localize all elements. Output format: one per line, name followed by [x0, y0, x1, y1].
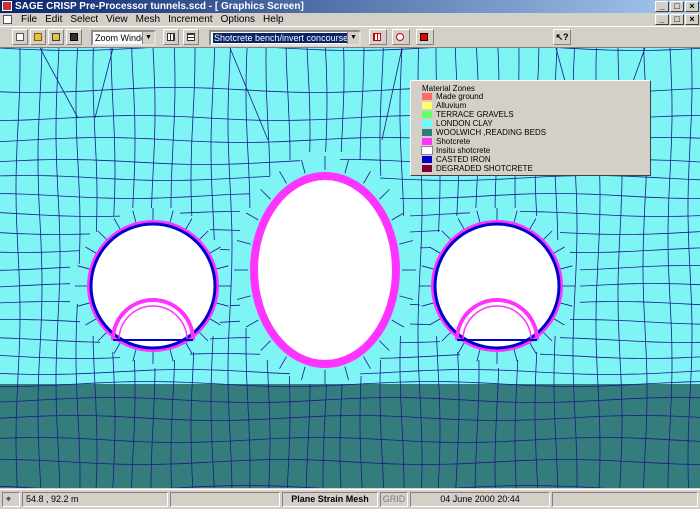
toolbar: Zoom Window ▼ Shotcrete bench/invert con…	[0, 26, 700, 48]
concourse-tunnel-void	[258, 180, 392, 360]
new-button[interactable]	[12, 29, 28, 45]
title-bar: SAGE CRISP Pre-Processor tunnels.scd - […	[0, 0, 700, 13]
chevron-down-icon[interactable]: ▼	[347, 32, 359, 44]
child-close-button[interactable]: ×	[685, 14, 699, 25]
legend-swatch	[422, 102, 432, 109]
legend-label: WOOLWICH ,READING BEDS	[436, 128, 547, 137]
legend-label: CASTED IRON	[436, 155, 491, 164]
mesh-line	[229, 304, 241, 307]
color-fill-icon	[420, 33, 428, 41]
status-icon-panel: ⌖	[2, 492, 20, 507]
app-icon[interactable]	[2, 1, 12, 11]
chevron-down-icon[interactable]: ▼	[142, 32, 154, 44]
grid-icon	[167, 33, 175, 41]
legend-item: Alluvium	[422, 101, 466, 110]
help-cursor-icon: ↖?	[555, 32, 569, 42]
window-title: SAGE CRISP Pre-Processor tunnels.scd - […	[15, 1, 304, 12]
open-button[interactable]	[30, 29, 46, 45]
status-panel-empty	[170, 492, 280, 507]
table-button[interactable]	[183, 29, 199, 45]
folder-icon	[34, 33, 42, 41]
legend-item: Insitu shotcrete	[421, 146, 491, 155]
child-minimize-button[interactable]: _	[655, 14, 669, 25]
menu-increment[interactable]: Increment	[165, 13, 217, 26]
legend-swatch	[422, 93, 432, 100]
legend-item: CASTED IRON	[422, 155, 491, 164]
legend-item: TERRACE GRAVELS	[422, 110, 514, 119]
legend-label: Shotcrete	[436, 137, 471, 146]
legend-label: LONDON CLAY	[436, 119, 493, 128]
menu-mesh[interactable]: Mesh	[133, 13, 165, 26]
legend-swatch	[422, 138, 432, 145]
woolwich-reading-beds-region	[0, 384, 700, 488]
maximize-button[interactable]: □	[670, 1, 684, 12]
coordinate-readout: 54.8 , 92.2 m	[22, 492, 168, 507]
material-zone-select-value: Shotcrete bench/invert concourse tunnel	[213, 33, 359, 43]
close-button[interactable]: ×	[685, 1, 699, 12]
menu-help[interactable]: Help	[260, 13, 289, 26]
minimize-button[interactable]: _	[655, 1, 669, 12]
menu-view[interactable]: View	[103, 13, 133, 26]
legend-label: Made ground	[436, 92, 484, 101]
child-restore-button[interactable]: □	[670, 14, 684, 25]
new-file-icon	[16, 33, 24, 41]
legend-swatch	[422, 156, 432, 163]
save-as-button[interactable]	[48, 29, 64, 45]
folder-save-icon	[52, 33, 60, 41]
crosshair-icon: ⌖	[6, 494, 12, 504]
mesh-line	[409, 323, 431, 325]
legend-item: WOOLWICH ,READING BEDS	[422, 128, 546, 137]
legend-swatch	[422, 120, 432, 127]
menu-bar: File Edit Select View Mesh Increment Opt…	[0, 13, 700, 26]
grid-button[interactable]	[163, 29, 179, 45]
context-help-button[interactable]: ↖?	[553, 29, 571, 45]
floppy-disk-icon	[70, 33, 78, 41]
menu-select[interactable]: Select	[67, 13, 103, 26]
material-zone-select[interactable]: Shotcrete bench/invert concourse tunnel …	[209, 30, 361, 46]
material-color-button[interactable]	[416, 29, 434, 45]
status-panel-empty-2	[552, 492, 698, 507]
legend-item: DEGRADED SHOTCRETE	[422, 164, 533, 173]
zoom-select[interactable]: Zoom Window ▼	[91, 30, 156, 46]
legend-item: LONDON CLAY	[422, 119, 493, 128]
legend-item: Shotcrete	[422, 137, 470, 146]
save-button[interactable]	[66, 29, 82, 45]
grid-indicator[interactable]: GRID	[380, 492, 408, 507]
mesh-mode-label: Plane Strain Mesh	[282, 492, 378, 507]
mesh-refine-button[interactable]	[369, 29, 387, 45]
legend-item: Made ground	[422, 92, 483, 101]
compass-icon	[396, 33, 404, 41]
menu-options[interactable]: Options	[218, 13, 260, 26]
legend-swatch	[422, 165, 432, 172]
mesh-icon	[373, 33, 381, 41]
legend-label: Alluvium	[436, 101, 467, 110]
document-system-icon[interactable]	[3, 15, 12, 24]
west-tunnel-cast-iron-lining	[89, 222, 217, 350]
menu-edit[interactable]: Edit	[42, 13, 67, 26]
material-zones-legend: Material Zones Made ground Alluvium TERR…	[410, 80, 651, 176]
status-bar: ⌖ 54.8 , 92.2 m Plane Strain Mesh GRID 0…	[0, 489, 700, 509]
table-icon	[187, 33, 195, 41]
geometry-tool-button[interactable]	[392, 29, 410, 45]
legend-label: Insitu shotcrete	[436, 146, 491, 155]
menu-file[interactable]: File	[18, 13, 42, 26]
legend-label: TERRACE GRAVELS	[436, 110, 514, 119]
legend-swatch	[422, 129, 432, 136]
date-time: 04 June 2000 20:44	[410, 492, 550, 507]
east-tunnel-cast-iron-lining	[433, 222, 561, 350]
legend-swatch	[422, 111, 432, 118]
legend-label: DEGRADED SHOTCRETE	[436, 164, 533, 173]
legend-swatch	[421, 146, 433, 155]
